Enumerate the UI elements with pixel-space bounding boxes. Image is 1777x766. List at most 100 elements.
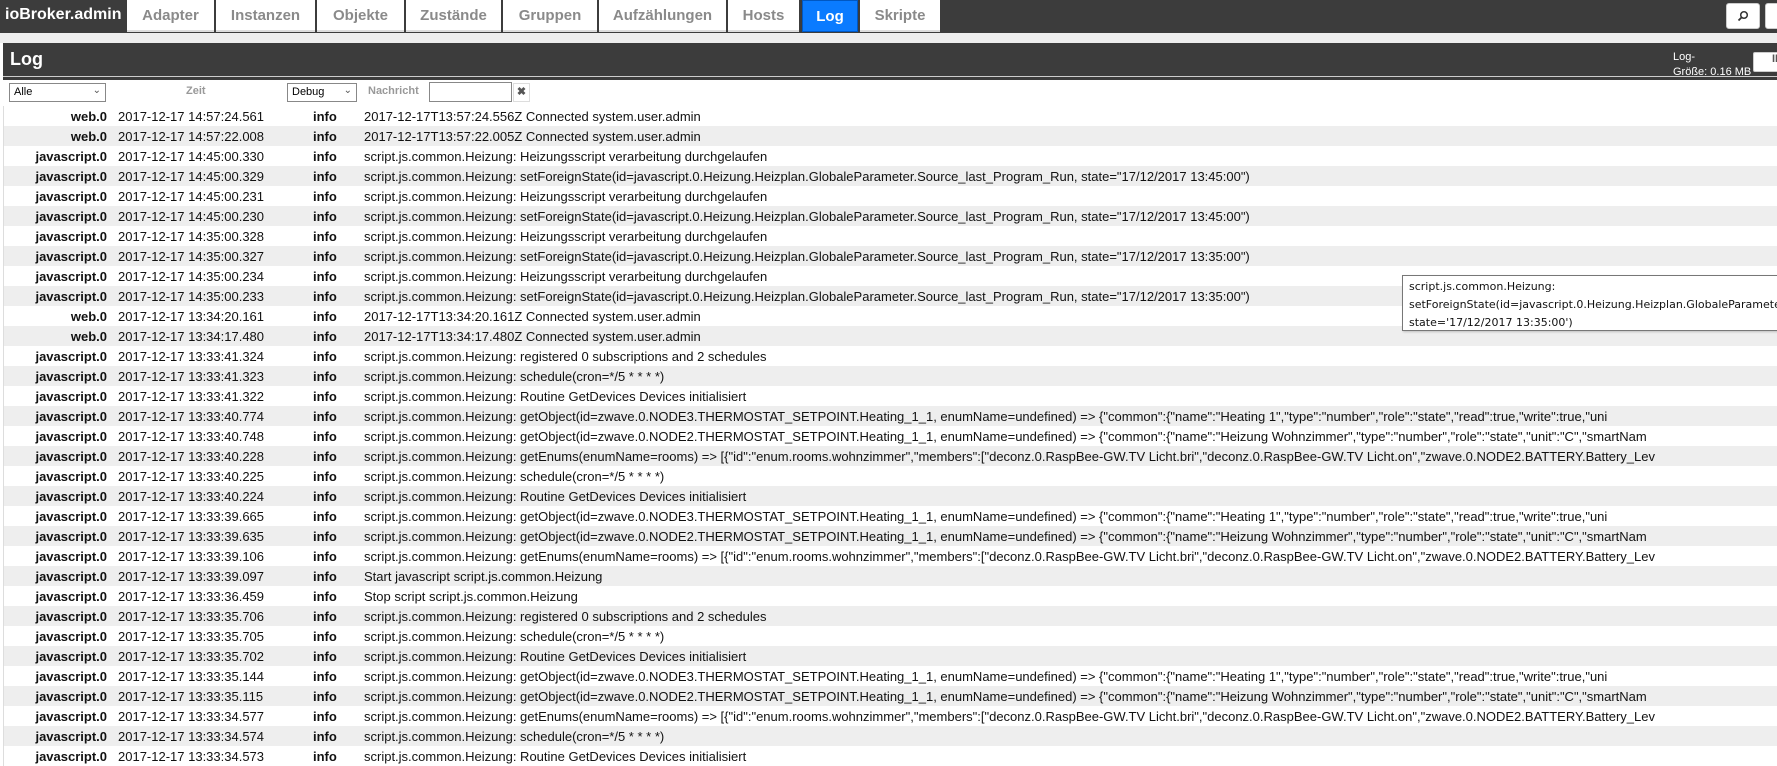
log-source: javascript.0 [35,569,107,584]
search-icon [1737,10,1749,22]
log-level: info [313,369,337,384]
clear-filter-button[interactable]: ✖ [513,83,530,102]
log-message: script.js.common.Heizung: Routine GetDev… [364,749,747,764]
log-size: Log- Größe: 0.16 MB [1673,50,1751,80]
log-level: info [313,549,337,564]
log-level: info [313,349,337,364]
log-time: 2017-12-17 13:33:36.459 [118,589,265,604]
log-time: 2017-12-17 13:33:40.748 [118,429,265,444]
log-row: javascript.0 2017-12-17 13:33:35.706 info s… [4,606,1777,626]
log-message: script.js.common.Heizung: schedule(cron=… [364,469,665,484]
log-level: info [313,469,337,484]
log-source: javascript.0 [35,369,107,384]
log-row: javascript.0 2017-12-17 13:33:34.577 info s… [4,706,1777,726]
log-row: javascript.0 2017-12-17 14:35:00.327 info s… [4,246,1777,266]
pause-button[interactable]: II [1753,52,1777,72]
log-message: script.js.common.Heizung: Routine GetDev… [364,389,747,404]
tab-log[interactable]: Log [802,0,858,32]
log-row: web.0 2017-12-17 14:57:22.008 info 2017-12-… [4,126,1777,146]
log-message: script.js.common.Heizung: schedule(cron=… [364,629,665,644]
log-row: javascript.0 2017-12-17 13:33:39.635 info s… [4,526,1777,546]
log-level: info [313,689,337,704]
log-message: script.js.common.Heizung: getObject(id=z… [364,669,1608,684]
log-source: javascript.0 [35,609,107,624]
log-time: 2017-12-17 13:33:40.774 [118,409,265,424]
log-message: script.js.common.Heizung: schedule(cron=… [364,729,665,744]
log-level: info [313,129,337,144]
log-message: script.js.common.Heizung: schedule(cron=… [364,369,665,384]
log-source: web.0 [70,309,107,324]
log-time: 2017-12-17 13:33:35.705 [118,629,265,644]
search-button[interactable] [1726,3,1760,29]
log-source: javascript.0 [35,469,107,484]
log-level: info [313,489,337,504]
spacer [0,33,1777,43]
log-source: javascript.0 [35,169,107,184]
log-level: info [313,629,337,644]
log-row: javascript.0 2017-12-17 13:33:40.774 info s… [4,406,1777,426]
log-message: script.js.common.Heizung: Routine GetDev… [364,489,747,504]
log-source: javascript.0 [35,589,107,604]
log-time: 2017-12-17 14:35:00.233 [118,289,265,304]
log-message: script.js.common.Heizung: getEnums(enumN… [364,449,1655,464]
tab-aufzaehlungen[interactable]: Aufzählungen [599,0,726,32]
log-time: 2017-12-17 13:33:35.706 [118,609,265,624]
log-row: javascript.0 2017-12-17 13:33:34.574 info s… [4,726,1777,746]
log-source: javascript.0 [35,749,107,764]
chevron-down-icon: ⌄ [343,85,352,96]
log-time: 2017-12-17 13:34:20.161 [118,309,265,324]
log-row: javascript.0 2017-12-17 13:33:40.224 info s… [4,486,1777,506]
log-time: 2017-12-17 13:33:41.324 [118,349,265,364]
log-time: 2017-12-17 13:33:35.144 [118,669,265,684]
log-table[interactable]: web.0 2017-12-17 14:57:24.561 info 2017-12-… [3,106,1777,766]
log-message: script.js.common.Heizung: getEnums(enumN… [364,709,1655,724]
level-filter-select[interactable]: Debug ⌄ [287,83,357,102]
panel-title: Log [10,49,43,69]
log-time: 2017-12-17 14:35:00.328 [118,229,265,244]
log-time: 2017-12-17 13:33:39.106 [118,549,265,564]
log-message: 2017-12-17T13:57:24.556Z Connected syste… [364,109,701,124]
message-filter-input[interactable] [429,82,512,102]
tab-gruppen[interactable]: Gruppen [503,0,597,32]
tab-objekte[interactable]: Objekte [317,0,404,32]
log-message: script.js.common.Heizung: getObject(id=z… [364,509,1608,524]
tab-zustaende[interactable]: Zustände [406,0,501,32]
log-source: javascript.0 [35,709,107,724]
source-filter-select[interactable]: Alle ⌄ [9,83,106,102]
message-column-label: Nachricht [368,85,419,97]
log-time: 2017-12-17 14:57:24.561 [118,109,265,124]
log-row: javascript.0 2017-12-17 13:33:40.748 info s… [4,426,1777,446]
tab-hosts[interactable]: Hosts [728,0,799,32]
tab-skripte[interactable]: Skripte [860,0,940,32]
log-row: javascript.0 2017-12-17 14:45:00.330 info s… [4,146,1777,166]
log-source: javascript.0 [35,189,107,204]
log-source: javascript.0 [35,249,107,264]
log-level: info [313,669,337,684]
log-level: info [313,269,337,284]
log-source: javascript.0 [35,669,107,684]
log-row: javascript.0 2017-12-17 13:33:41.323 info s… [4,366,1777,386]
log-level: info [313,409,337,424]
tab-instanzen[interactable]: Instanzen [216,0,315,32]
log-time: 2017-12-17 13:33:34.577 [118,709,265,724]
log-row: javascript.0 2017-12-17 13:33:34.573 info s… [4,746,1777,766]
menu-button[interactable] [1765,3,1777,29]
log-row: javascript.0 2017-12-17 13:33:40.225 info s… [4,466,1777,486]
log-level: info [313,309,337,324]
log-level: info [313,729,337,744]
log-source: javascript.0 [35,529,107,544]
tab-adapter[interactable]: Adapter [127,0,214,32]
log-row: javascript.0 2017-12-17 13:33:36.459 info S… [4,586,1777,606]
time-column-label: Zeit [186,85,206,97]
log-panel-header: Log Log- Größe: 0.16 MB II [3,43,1777,80]
tooltip-line: state='17/12/2017 13:35:00') [1409,316,1573,329]
log-row: javascript.0 2017-12-17 13:33:35.705 info s… [4,626,1777,646]
log-time: 2017-12-17 13:33:39.665 [118,509,265,524]
log-source: javascript.0 [35,349,107,364]
log-message: script.js.common.Heizung: getObject(id=z… [364,529,1647,544]
log-message: 2017-12-17T13:34:17.480Z Connected syste… [364,329,701,344]
log-source: javascript.0 [35,509,107,524]
log-time: 2017-12-17 13:34:17.480 [118,329,265,344]
log-row: javascript.0 2017-12-17 13:33:35.144 info s… [4,666,1777,686]
tooltip: script.js.common.Heizung: setForeignStat… [1402,275,1777,331]
